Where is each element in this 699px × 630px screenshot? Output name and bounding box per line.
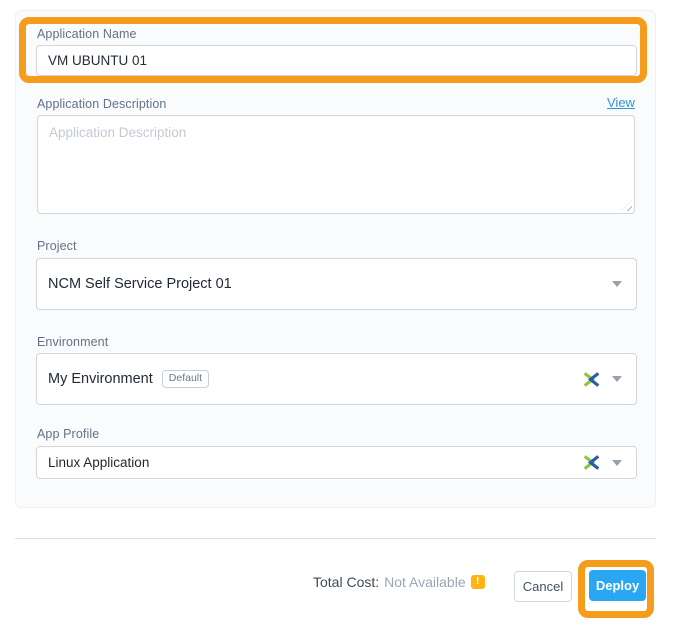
chevron-down-icon — [612, 376, 622, 382]
application-description-field — [37, 115, 635, 214]
application-name-label: Application Name — [37, 27, 137, 41]
project-selected-value: NCM Self Service Project 01 — [48, 276, 232, 292]
project-select[interactable]: NCM Self Service Project 01 — [36, 258, 637, 310]
footer-divider — [15, 538, 656, 539]
app-profile-label: App Profile — [37, 427, 99, 441]
deploy-application-dialog: Application Name Application Description… — [0, 0, 699, 630]
total-cost-label: Total Cost: — [313, 574, 379, 590]
app-profile-select[interactable]: Linux Application — [36, 446, 637, 479]
chevron-down-icon — [612, 281, 622, 287]
default-badge: Default — [162, 370, 209, 388]
application-name-input[interactable] — [36, 45, 637, 76]
total-cost-value: Not Available — [384, 574, 465, 590]
total-cost: Total Cost: Not Available ! — [313, 574, 485, 590]
environment-selected-value: My Environment — [48, 371, 153, 387]
project-label: Project — [37, 239, 77, 253]
application-description-label: Application Description — [37, 97, 166, 111]
warning-icon: ! — [471, 575, 485, 589]
view-link[interactable]: View — [607, 95, 635, 110]
chevron-down-icon — [612, 460, 622, 466]
environment-select[interactable]: My Environment Default — [36, 353, 637, 405]
nutanix-x-icon — [583, 372, 600, 387]
deploy-button[interactable]: Deploy — [589, 570, 646, 601]
environment-label: Environment — [37, 335, 108, 349]
app-profile-selected-value: Linux Application — [48, 455, 149, 470]
application-description-textarea[interactable] — [37, 115, 635, 214]
nutanix-x-icon — [583, 455, 600, 470]
cancel-button[interactable]: Cancel — [514, 571, 572, 602]
